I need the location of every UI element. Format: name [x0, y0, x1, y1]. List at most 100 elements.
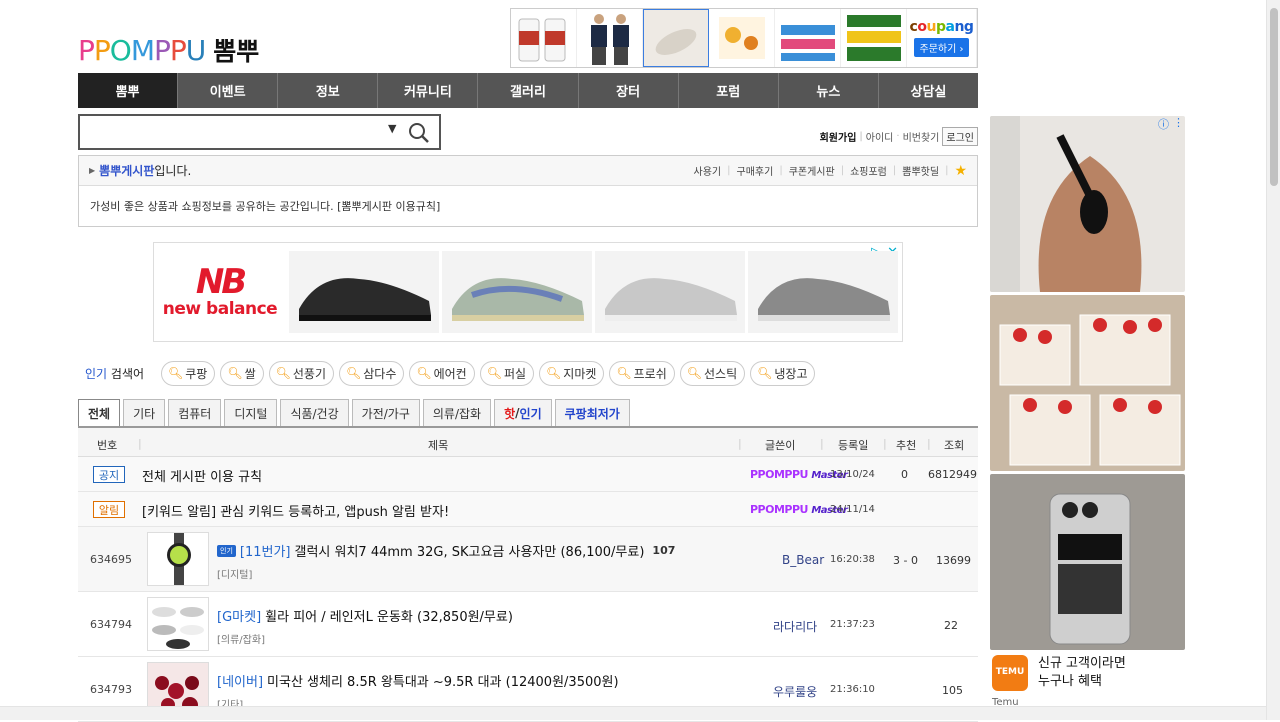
site-logo[interactable]: PPOMPPU 뽐뿌 — [78, 30, 259, 70]
post-shop: [네이버] — [217, 675, 264, 690]
info-icon[interactable]: ⓘ — [1158, 116, 1169, 132]
post-views: 22 — [944, 619, 958, 632]
post-author[interactable]: 우루룰웅 — [773, 683, 817, 700]
more-icon[interactable]: ⋮ — [1173, 116, 1184, 132]
keyword-chip[interactable]: 🔍︎ 퍼실 — [479, 360, 535, 386]
nav-counsel[interactable]: 상담실 — [879, 73, 978, 108]
post-thumbnail-shoes[interactable] — [147, 597, 209, 651]
find-id-link[interactable]: 아이디 — [866, 129, 894, 144]
vertical-scrollbar[interactable] — [1266, 0, 1280, 720]
post-author[interactable]: B_Bear — [782, 553, 824, 567]
keyword-chip[interactable]: 🔍︎ 냉장고 — [750, 360, 816, 386]
new-balance-ad[interactable]: ▷ ✕ NB new balance — [153, 242, 903, 342]
board-link-review[interactable]: 사용기 — [694, 163, 722, 178]
banner-item-food[interactable] — [709, 9, 775, 67]
horizontal-scrollbar[interactable] — [0, 706, 1266, 720]
nav-ppomppu[interactable]: 뽐뿌 — [78, 73, 179, 108]
nav-forum[interactable]: 포럼 — [679, 73, 779, 108]
search-input[interactable]: ▼ — [78, 114, 441, 150]
nav-news[interactable]: 뉴스 — [779, 73, 879, 108]
main-nav: 뽐뿌 이벤트 정보 커뮤니티 갤러리 장터 포럼 뉴스 상담실 — [78, 73, 978, 108]
banner-item-shirts[interactable] — [577, 9, 643, 67]
keyword-chip[interactable]: 🔍︎ 쌀 — [220, 360, 264, 386]
banner-item-massager[interactable] — [643, 9, 709, 67]
keyword-chip[interactable]: 🔍︎ 선스틱 — [679, 360, 746, 386]
tab-hot-popular[interactable]: 핫 / 인기 — [494, 399, 552, 426]
board-link-purchase-review[interactable]: 구매후기 — [737, 163, 774, 178]
star-icon[interactable]: ★ — [954, 163, 967, 179]
shoe-black[interactable] — [289, 251, 439, 333]
post-title[interactable]: [네이버] 미국산 생체리 8.5R 왕특대과 ~9.5R 대과 (12400원… — [217, 671, 619, 690]
post-category: [의류/잡화] — [217, 635, 265, 646]
keyword-chip[interactable]: 🔍︎ 쿠팡 — [161, 360, 216, 386]
search-dropdown-icon[interactable]: ▼ — [388, 122, 396, 135]
post-date: 24/11/14 — [830, 504, 875, 515]
member-links: 회원가입 | 아이디 · 비번찾기 로그인 — [760, 126, 978, 146]
tab-food[interactable]: 식품/건강 — [280, 399, 349, 426]
post-shop: [G마켓] — [217, 610, 262, 625]
ad-image-phone-case[interactable] — [990, 474, 1185, 650]
popular-label: 인기 검색어 — [85, 366, 145, 381]
post-author[interactable]: 라다리다 — [773, 618, 817, 635]
board-link-hotdeal[interactable]: 뽐뿌핫딜 — [902, 163, 939, 178]
ad-image-back-massager[interactable] — [990, 116, 1185, 292]
nav-market[interactable]: 장터 — [579, 73, 679, 108]
board-link-shopping-forum[interactable]: 쇼핑포럼 — [850, 163, 887, 178]
table-row[interactable]: 알림 [키워드 알림] 관심 키워드 등록하고, 앱push 알림 받자! PP… — [78, 492, 978, 527]
keyword-chip[interactable]: 🔍︎ 선풍기 — [268, 360, 334, 386]
scrollbar-thumb[interactable] — [1270, 8, 1278, 186]
nav-community[interactable]: 커뮤니티 — [378, 73, 479, 108]
board-name[interactable]: 뽐뿌게시판 — [99, 162, 154, 179]
nav-event[interactable]: 이벤트 — [178, 73, 279, 108]
shoe-grey[interactable] — [748, 251, 898, 333]
keyword-chip[interactable]: 🔍︎ 프로쉬 — [609, 360, 675, 386]
hot-badge: 인기 — [217, 544, 236, 557]
site-name: 뽐뿌 — [213, 37, 260, 66]
post-title[interactable]: 전체 게시판 이용 규칙 — [142, 466, 262, 485]
coupang-order-button[interactable]: 주문하기 › — [913, 38, 970, 57]
tab-coupang-lowest[interactable]: 쿠팡최저가 — [554, 399, 630, 426]
banner-item-spam[interactable] — [841, 9, 907, 67]
ad-image-cakes[interactable] — [990, 295, 1185, 471]
keyword-chip[interactable]: 🔍︎ 지마켓 — [539, 360, 605, 386]
post-thumbnail-watch[interactable] — [147, 532, 209, 586]
post-title[interactable]: 인기 [11번가] 갤럭시 워치7 44mm 32G, SK고요금 사용자만 (… — [217, 541, 675, 560]
post-title[interactable]: [키워드 알림] 관심 키워드 등록하고, 앱push 알림 받자! — [142, 501, 449, 520]
tab-etc[interactable]: 기타 — [123, 399, 166, 426]
signup-link[interactable]: 회원가입 — [820, 129, 857, 144]
table-row[interactable]: 공지 전체 게시판 이용 규칙 PPOMPPU Master 13/10/24 … — [78, 457, 978, 492]
post-title[interactable]: [G마켓] 휠라 피어 / 레인저L 운동화 (32,850원/무료) — [217, 606, 513, 625]
login-button[interactable]: 로그인 — [942, 126, 978, 146]
search-icon: 🔍︎ — [686, 366, 702, 380]
post-title-text: 휠라 피어 / 레인저L 운동화 (32,850원/무료) — [265, 610, 513, 625]
nav-info[interactable]: 정보 — [278, 73, 379, 108]
tab-clothing[interactable]: 의류/잡화 — [422, 399, 492, 426]
board-info: ▶ 뽐뿌게시판 입니다. 사용기 | 구매후기 | 쿠폰게시판 | 쇼핑포럼 | 뽐뿌핫… — [78, 155, 978, 227]
side-ad[interactable]: ⓘ ⋮ — [990, 116, 1186, 652]
table-row[interactable]: 634794 [G마켓] 휠라 피어 / 레인저L 운동화 (32,850원/무… — [78, 592, 978, 657]
temu-ad-text[interactable]: TEMU 신규 고객이라면 누구나 혜택 Temu — [992, 655, 1186, 708]
tab-all[interactable]: 전체 — [78, 399, 121, 426]
table-row[interactable]: 634695 인기 [11번가] 갤럭시 워치7 44mm 32G, SK고요금… — [78, 527, 978, 592]
banner-item-drink[interactable] — [775, 9, 841, 67]
tab-appliance[interactable]: 가전/가구 — [351, 399, 420, 426]
find-password-link[interactable]: 비번찾기 — [903, 129, 940, 144]
board-link-coupon[interactable]: 쿠폰게시판 — [789, 163, 835, 178]
top-product-banner[interactable]: coupang 주문하기 › — [510, 8, 978, 68]
post-title-text: 갤럭시 워치7 44mm 32G, SK고요금 사용자만 (86,100/무료) — [294, 545, 645, 560]
ppomppu-logo-mark: PPOMPPU — [78, 33, 206, 67]
shoe-green-grey[interactable] — [442, 251, 592, 333]
tab-digital[interactable]: 디지털 — [224, 399, 278, 426]
banner-item-coupang[interactable]: coupang 주문하기 › — [907, 9, 977, 67]
board-info-header: ▶ 뽐뿌게시판 입니다. 사용기 | 구매후기 | 쿠폰게시판 | 쇼핑포럼 | 뽐뿌핫… — [79, 156, 977, 186]
search-icon[interactable] — [408, 122, 430, 148]
keyword-chip[interactable]: 🔍︎ 에어컨 — [409, 360, 475, 386]
keyword-chip[interactable]: 🔍︎ 삼다수 — [339, 360, 405, 386]
banner-item-supplement[interactable] — [511, 9, 577, 67]
search-icon: 🔍︎ — [346, 366, 362, 380]
shoe-silver[interactable] — [595, 251, 745, 333]
post-shop: [11번가] — [239, 545, 291, 560]
nav-gallery[interactable]: 갤러리 — [478, 73, 579, 108]
tab-computer[interactable]: 컴퓨터 — [168, 399, 222, 426]
search-icon: 🔍︎ — [416, 366, 432, 380]
